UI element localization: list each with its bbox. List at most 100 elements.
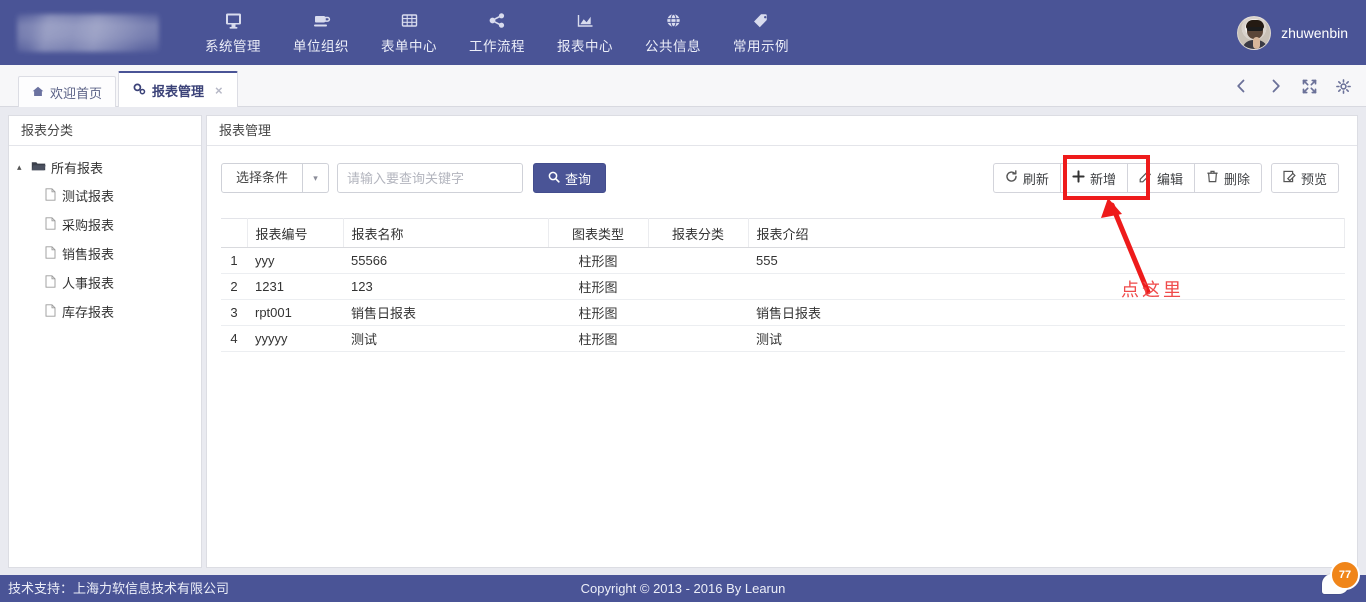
- app-logo[interactable]: [0, 0, 175, 65]
- button-label: 预览: [1300, 171, 1327, 187]
- tab-tools: [1232, 65, 1352, 107]
- plus-icon: [1072, 170, 1085, 186]
- search-input[interactable]: [337, 163, 524, 193]
- category-tree: ▴ 所有报表 测试报表 采购报表 销售报表 人事报表 库存报表: [9, 146, 201, 326]
- column-header-name[interactable]: 报表名称: [343, 218, 549, 248]
- nav-item-common-examples[interactable]: 常用示例: [717, 0, 805, 65]
- tab-welcome-home[interactable]: 欢迎首页: [18, 76, 117, 107]
- table-row[interactable]: 2 1231 123 柱形图: [221, 273, 1345, 300]
- tree-node-label: 销售报表: [62, 247, 115, 262]
- home-icon: [32, 85, 44, 100]
- nav-item-report-center[interactable]: 报表中心: [541, 0, 629, 65]
- close-icon[interactable]: ×: [215, 83, 223, 98]
- nav-label: 工作流程: [469, 39, 525, 54]
- chat-widget[interactable]: 77: [1308, 560, 1360, 600]
- table-row[interactable]: 1 yyy 55566 柱形图 555: [221, 247, 1345, 274]
- tree-node-test-report[interactable]: 测试报表: [9, 181, 201, 210]
- share-icon: [488, 10, 507, 31]
- file-icon: [45, 245, 56, 262]
- monitor-icon: [224, 10, 243, 31]
- logo-redacted-image: [16, 13, 159, 52]
- tab-report-management[interactable]: 报表管理 ×: [118, 71, 238, 107]
- cell-name: 测试: [343, 325, 548, 352]
- cell-chart-type: 柱形图: [548, 299, 648, 326]
- search-group: 选择条件 ▾ 查询: [221, 163, 607, 193]
- table-row[interactable]: 4 yyyyy 测试 柱形图 测试: [221, 325, 1345, 352]
- button-label: 刷新: [1022, 171, 1049, 187]
- file-icon: [45, 187, 56, 204]
- nav-item-workflow[interactable]: 工作流程: [453, 0, 541, 65]
- tree-node-sales-report[interactable]: 销售报表: [9, 239, 201, 268]
- table-row[interactable]: 3 rpt001 销售日报表 柱形图 销售日报表: [221, 299, 1345, 326]
- column-header-index[interactable]: [221, 218, 248, 248]
- panel-title: 报表管理: [207, 116, 1357, 146]
- nav-label: 表单中心: [381, 39, 437, 54]
- cell-code: 1231: [247, 273, 343, 300]
- tree-node-all-reports[interactable]: ▴ 所有报表: [9, 154, 201, 181]
- column-header-code[interactable]: 报表编号: [247, 218, 344, 248]
- tree-node-label: 采购报表: [62, 218, 115, 233]
- file-icon: [45, 216, 56, 233]
- search-icon: [548, 171, 560, 186]
- nav-item-public-info[interactable]: 公共信息: [629, 0, 717, 65]
- caret-down-icon[interactable]: ▴: [17, 162, 26, 173]
- nav-label: 系统管理: [205, 39, 261, 54]
- next-tab-icon[interactable]: [1266, 77, 1284, 95]
- app-root: 系统管理 单位组织 表单中心 工作流程 报表中心 公共信息 常用示例 zhuwe…: [0, 0, 1366, 602]
- column-header-category[interactable]: 报表分类: [648, 218, 749, 248]
- cell-chart-type: 柱形图: [548, 273, 648, 300]
- trash-icon: [1206, 170, 1219, 186]
- report-category-panel: 报表分类 ▴ 所有报表 测试报表 采购报表 销售报表 人事报表 库存报表: [8, 115, 202, 568]
- org-icon: [312, 10, 331, 31]
- page-footer: 技术支持：上海力软信息技术有限公司 Copyright © 2013 - 201…: [0, 560, 1366, 602]
- settings-icon[interactable]: [1334, 77, 1352, 95]
- query-button[interactable]: 查询: [533, 163, 607, 193]
- chevron-down-icon[interactable]: ▾: [303, 163, 330, 193]
- refresh-button[interactable]: 刷新: [992, 163, 1060, 193]
- column-header-charttype[interactable]: 图表类型: [548, 218, 649, 248]
- cell-name: 123: [343, 273, 548, 300]
- cell-description: 测试: [748, 325, 1345, 352]
- tree-node-label: 人事报表: [62, 276, 115, 291]
- button-label: 编辑: [1156, 171, 1183, 187]
- column-header-description[interactable]: 报表介绍: [748, 218, 1345, 248]
- top-navigation-bar: 系统管理 单位组织 表单中心 工作流程 报表中心 公共信息 常用示例 zhuwe…: [0, 0, 1366, 65]
- nav-label: 报表中心: [557, 39, 613, 54]
- cell-name: 销售日报表: [343, 299, 548, 326]
- sidebar-title: 报表分类: [9, 116, 201, 146]
- select-condition-button[interactable]: 选择条件: [221, 163, 304, 193]
- cell-category: [648, 325, 748, 352]
- prev-tab-icon[interactable]: [1232, 77, 1250, 95]
- fullscreen-icon[interactable]: [1300, 77, 1318, 95]
- top-nav-items: 系统管理 单位组织 表单中心 工作流程 报表中心 公共信息 常用示例: [189, 0, 805, 65]
- cell-category: [648, 273, 748, 300]
- user-menu[interactable]: zhuwenbin: [1237, 0, 1348, 65]
- tree-node-purchase-report[interactable]: 采购报表: [9, 210, 201, 239]
- nav-item-system-management[interactable]: 系统管理: [189, 0, 277, 65]
- avatar: [1237, 15, 1272, 50]
- edit-button[interactable]: 编辑: [1126, 163, 1194, 193]
- main-area: 报表分类 ▴ 所有报表 测试报表 采购报表 销售报表 人事报表 库存报表 报表管…: [0, 107, 1366, 575]
- cell-description: 销售日报表: [748, 299, 1345, 326]
- tree-node-hr-report[interactable]: 人事报表: [9, 268, 201, 297]
- folder-open-icon: [31, 160, 46, 175]
- chat-badge[interactable]: 77: [1330, 560, 1360, 590]
- globe-icon: [664, 10, 683, 31]
- nav-item-form-center[interactable]: 表单中心: [365, 0, 453, 65]
- report-table: 报表编号 报表名称 图表类型 报表分类 报表介绍 1 yyy 55566 柱形图: [221, 218, 1345, 352]
- add-button[interactable]: 新增: [1059, 163, 1127, 193]
- tree-node-inventory-report[interactable]: 库存报表: [9, 297, 201, 326]
- tag-icon: [752, 10, 771, 31]
- cell-index: 2: [221, 273, 247, 300]
- delete-button[interactable]: 删除: [1193, 163, 1262, 193]
- tab-list: 欢迎首页 报表管理 ×: [18, 71, 240, 107]
- nav-item-organization[interactable]: 单位组织: [277, 0, 365, 65]
- cell-name: 55566: [343, 247, 548, 274]
- cell-index: 4: [221, 325, 247, 352]
- cell-index: 3: [221, 299, 247, 326]
- tree-node-label: 所有报表: [51, 161, 104, 176]
- query-button-label: 查询: [565, 171, 592, 187]
- tree-node-label: 测试报表: [62, 189, 115, 204]
- button-label: 新增: [1089, 171, 1116, 187]
- preview-button[interactable]: 预览: [1270, 163, 1339, 193]
